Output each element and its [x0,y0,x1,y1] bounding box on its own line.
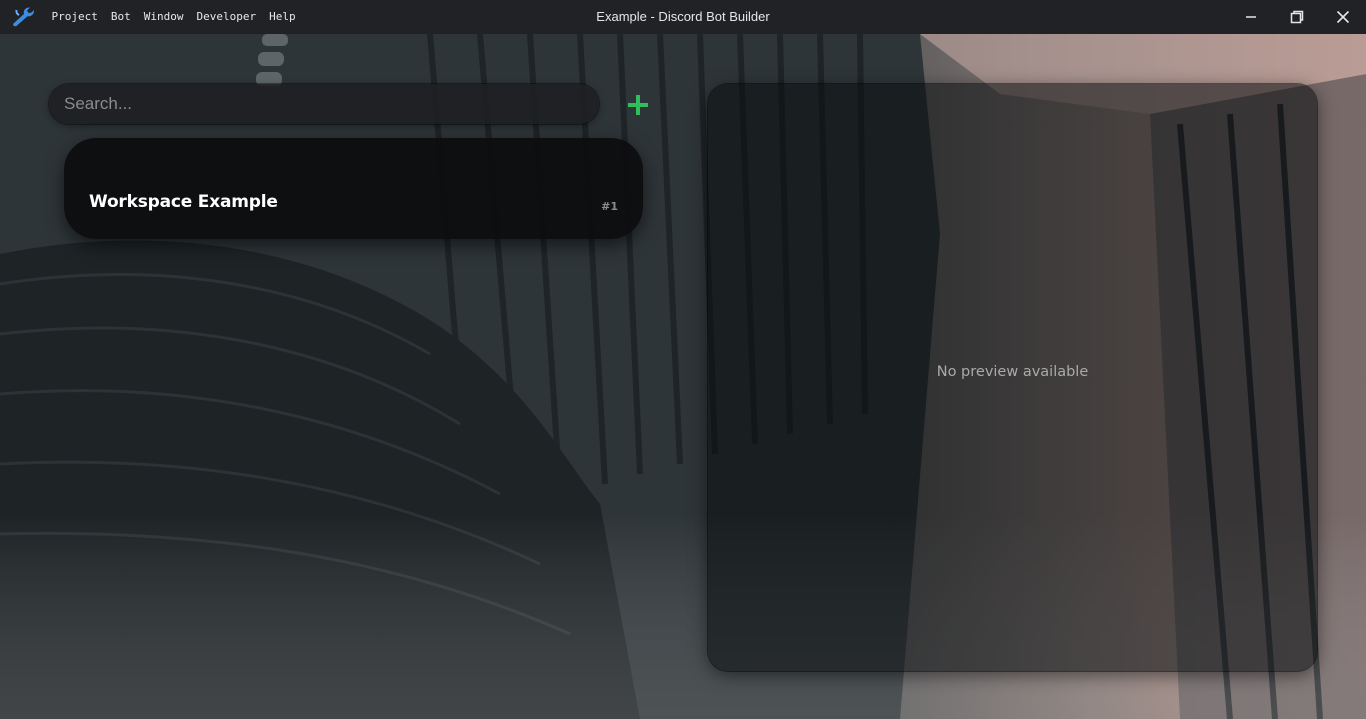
window-controls [1228,0,1366,34]
preview-panel: No preview available [708,84,1317,671]
menu-bar: Project Bot Window Developer Help [45,0,302,34]
close-icon [1336,10,1350,24]
plus-icon [628,95,648,115]
close-button[interactable] [1320,0,1366,34]
menu-project[interactable]: Project [45,0,104,34]
title-bar: Project Bot Window Developer Help Exampl… [0,0,1366,34]
workspace-name: Workspace Example [89,192,278,212]
add-workspace-button[interactable] [624,91,652,119]
menu-window[interactable]: Window [137,0,190,34]
search-input[interactable] [49,84,599,124]
workspace-card[interactable]: Workspace Example #1 [64,138,643,239]
menu-developer[interactable]: Developer [190,0,263,34]
menu-bot[interactable]: Bot [104,0,137,34]
restore-icon [1290,10,1304,24]
no-preview-text: No preview available [936,363,1089,380]
wrench-logo-icon[interactable] [11,6,37,28]
search-bar [49,84,599,124]
restore-button[interactable] [1274,0,1320,34]
minimize-button[interactable] [1228,0,1274,34]
workspace-number: #1 [601,200,618,213]
minimize-icon [1246,16,1256,18]
menu-help[interactable]: Help [263,0,303,34]
